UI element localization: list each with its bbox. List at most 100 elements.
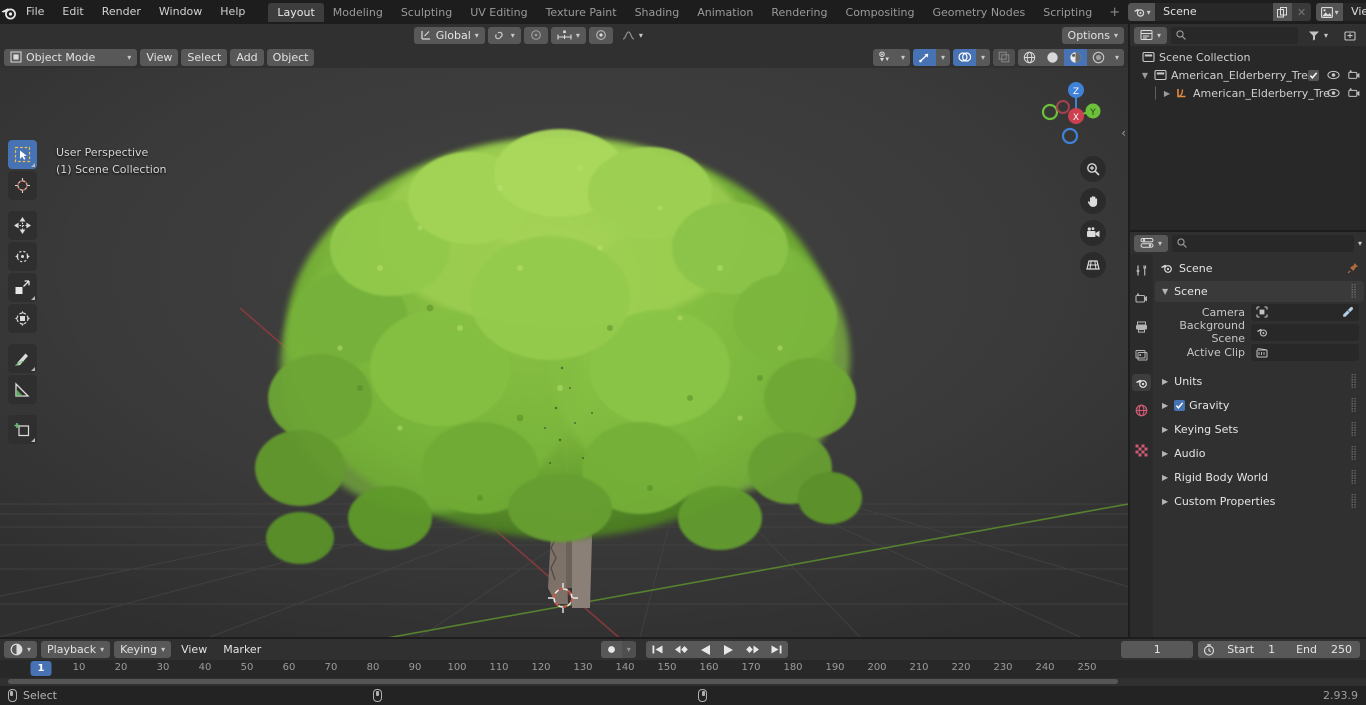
scene-duplicate-icon[interactable]: [1273, 3, 1293, 21]
current-frame-input[interactable]: 1: [1121, 641, 1194, 658]
workspace-tab-sculpting[interactable]: Sculpting: [392, 3, 461, 22]
scene-icon[interactable]: ▾: [1128, 3, 1156, 21]
viewport-sidebar-toggle-icon[interactable]: ‹: [1121, 126, 1126, 140]
panel-disclosure-icon[interactable]: ▶: [1162, 473, 1168, 482]
show-gizmo-icon[interactable]: [912, 48, 936, 66]
menu-edit[interactable]: Edit: [53, 0, 92, 24]
annotate-tool[interactable]: [8, 344, 37, 373]
gizmo-dropdown[interactable]: ▾: [912, 48, 950, 66]
viewport-menu-add[interactable]: Add: [230, 48, 264, 66]
snap-increment-icon[interactable]: ▾: [550, 26, 586, 44]
scene-selector[interactable]: ▾ Scene ✕: [1128, 3, 1312, 21]
timeline-editor-icon[interactable]: ▾: [4, 641, 38, 658]
scale-tool[interactable]: [8, 273, 37, 302]
properties-options-caret[interactable]: ▾: [1358, 239, 1362, 248]
overlays-caret[interactable]: ▾: [976, 49, 990, 66]
add-cube-tool[interactable]: [8, 415, 37, 444]
xray-toggle[interactable]: [992, 48, 1015, 66]
view-layer-name[interactable]: View Layer: [1343, 3, 1366, 21]
frame-range-group[interactable]: Start 1 End 250: [1198, 641, 1360, 658]
blender-logo-icon[interactable]: [0, 0, 17, 24]
outliner-new-collection-icon[interactable]: [1338, 27, 1362, 44]
timeline-scrollbar[interactable]: [8, 679, 1118, 684]
workspace-tab-compositing[interactable]: Compositing: [837, 3, 924, 22]
shading-mode-group[interactable]: ▾: [1017, 48, 1124, 66]
auto-keying-icon[interactable]: [1198, 643, 1220, 656]
proportional-editing-toggle[interactable]: [523, 26, 548, 44]
pan-hand-icon[interactable]: [1080, 188, 1106, 214]
workspace-tab-texture-paint[interactable]: Texture Paint: [537, 3, 626, 22]
auto-keyframe-group[interactable]: ▾: [600, 641, 636, 658]
timeline-menu-marker[interactable]: Marker: [217, 641, 267, 658]
falloff-curve-icon[interactable]: ▾: [616, 27, 649, 44]
overlays-dropdown[interactable]: ▾: [952, 48, 990, 66]
auto-keyframe-caret[interactable]: ▾: [621, 641, 636, 658]
outliner-search-input[interactable]: [1171, 26, 1298, 44]
shading-caret[interactable]: ▾: [1110, 49, 1124, 66]
end-value[interactable]: 250: [1324, 641, 1360, 658]
playhead[interactable]: 1: [30, 661, 52, 676]
material-preview-shading-icon[interactable]: [1063, 48, 1087, 66]
navigation-gizmo[interactable]: Z X Y: [1030, 73, 1106, 149]
object-type-visibility-dropdown[interactable]: ▾: [872, 48, 910, 66]
outliner-editor-icon[interactable]: ▾: [1134, 26, 1168, 44]
add-workspace-button[interactable]: +: [1101, 5, 1128, 20]
background-scene-field[interactable]: [1251, 323, 1359, 341]
options-dropdown[interactable]: Options ▾: [1061, 26, 1124, 44]
start-value[interactable]: 1: [1261, 641, 1289, 658]
keying-menu[interactable]: Keying ▾: [114, 641, 172, 658]
custom-properties-panel-header[interactable]: ▶ Custom Properties ⣿ ⣿: [1155, 491, 1364, 512]
render-camera-icon[interactable]: [1348, 70, 1360, 80]
transform-tool[interactable]: [8, 304, 37, 333]
workspace-tab-animation[interactable]: Animation: [688, 3, 762, 22]
panel-disclosure-icon[interactable]: ▶: [1162, 401, 1168, 410]
properties-search-input[interactable]: [1172, 234, 1354, 252]
rigid-body-world-panel-header[interactable]: ▶ Rigid Body World ⣿ ⣿: [1155, 467, 1364, 488]
output-tab[interactable]: [1132, 318, 1151, 335]
view-layer-tab[interactable]: [1132, 346, 1151, 363]
panel-disclosure-icon[interactable]: ▼: [1162, 287, 1168, 296]
gravity-checkbox[interactable]: [1174, 400, 1186, 411]
proportional-falloff-toggle[interactable]: [588, 26, 613, 44]
gravity-panel-header[interactable]: ▶ Gravity ⣿ ⣿: [1155, 395, 1364, 416]
disclosure-triangle-icon[interactable]: ▼: [1140, 71, 1150, 80]
playback-menu[interactable]: Playback ▾: [41, 641, 111, 658]
zoom-icon[interactable]: [1080, 156, 1106, 182]
view-layer-selector[interactable]: ▾ View Layer ✕: [1316, 3, 1366, 21]
jump-to-end-icon[interactable]: [765, 641, 788, 658]
solid-shading-icon[interactable]: [1041, 49, 1064, 66]
audio-panel-header[interactable]: ▶ Audio ⣿ ⣿: [1155, 443, 1364, 464]
snap-toggle[interactable]: ▾: [487, 26, 521, 44]
panel-disclosure-icon[interactable]: ▶: [1162, 449, 1168, 458]
transform-orientation-dropdown[interactable]: Global ▾: [413, 26, 485, 44]
scene-tab[interactable]: [1132, 374, 1151, 391]
camera-field[interactable]: [1251, 303, 1359, 321]
viewport-menu-object[interactable]: Object: [266, 48, 315, 66]
pin-icon[interactable]: [1347, 262, 1359, 274]
outliner-row-tree-object[interactable]: │ ▶ American_Elderberry_Tre: [1130, 84, 1366, 102]
object-mode-dropdown[interactable]: Object Mode ▾: [4, 48, 138, 66]
workspace-tab-modeling[interactable]: Modeling: [324, 3, 392, 22]
prev-keyframe-icon[interactable]: [669, 641, 694, 658]
tool-tab[interactable]: [1132, 262, 1151, 279]
measure-tool[interactable]: [8, 375, 37, 404]
play-reverse-icon[interactable]: [694, 641, 717, 658]
wireframe-shading-icon[interactable]: [1018, 49, 1041, 66]
visibility-eye-icon[interactable]: [1327, 88, 1340, 98]
menu-render[interactable]: Render: [93, 0, 150, 24]
eyedropper-icon[interactable]: [1342, 306, 1354, 318]
menu-window[interactable]: Window: [150, 0, 211, 24]
render-camera-icon[interactable]: [1348, 88, 1360, 98]
toggle-xray-icon[interactable]: [992, 48, 1015, 66]
visibility-eye-icon[interactable]: [1327, 70, 1340, 80]
workspace-tab-scripting[interactable]: Scripting: [1034, 3, 1101, 22]
panel-disclosure-icon[interactable]: ▶: [1162, 497, 1168, 506]
keying-sets-panel-header[interactable]: ▶ Keying Sets ⣿ ⣿: [1155, 419, 1364, 440]
workspace-tab-layout[interactable]: Layout: [268, 2, 324, 22]
viewport-menu-select[interactable]: Select: [181, 48, 228, 66]
view-layer-icon[interactable]: ▾: [1316, 3, 1344, 21]
properties-editor-icon[interactable]: ▾: [1134, 234, 1169, 252]
rendered-shading-icon[interactable]: [1087, 49, 1110, 66]
gizmo-caret[interactable]: ▾: [936, 49, 950, 66]
scene-panel-header[interactable]: ▼ Scene ⣿ ⣿: [1155, 281, 1364, 302]
